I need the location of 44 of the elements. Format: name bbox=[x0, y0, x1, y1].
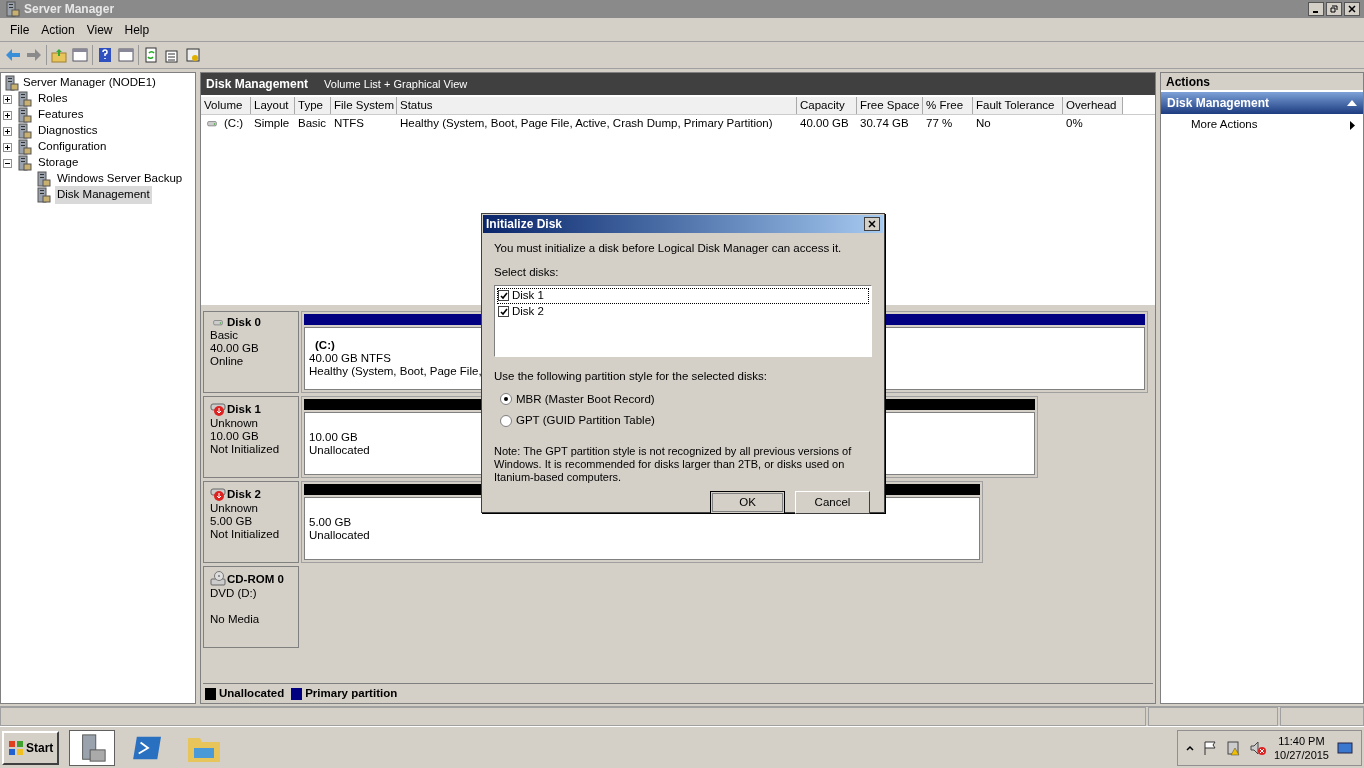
legend-label: Primary partition bbox=[305, 685, 398, 701]
disk-type: Unknown bbox=[210, 502, 259, 515]
partition-text: 10.00 GB bbox=[309, 430, 358, 444]
disk-status: Not Initialized bbox=[210, 528, 281, 541]
disk-type: Unknown bbox=[210, 417, 259, 430]
partition-text: 40.00 GB NTFS bbox=[309, 352, 391, 365]
disk-name: Disk 1 bbox=[227, 402, 261, 416]
legend-label: Unallocated bbox=[219, 685, 285, 701]
dialog-message: You must initialize a disk before Logical Disk Manager can access it. bbox=[494, 241, 843, 256]
table-cell-text: 40.00 GB bbox=[799, 116, 850, 132]
partition-label: (C:) bbox=[314, 339, 336, 352]
select-disks-label: Select disks: bbox=[494, 265, 560, 281]
disk-name: Disk 2 bbox=[227, 487, 261, 501]
clock-date: 10/27/2015 bbox=[1273, 747, 1329, 762]
clock-time: 11:40 PM bbox=[1278, 733, 1325, 748]
actions-header: Actions bbox=[1161, 73, 1363, 90]
table-cell-text: Simple bbox=[253, 116, 291, 132]
window-title: Server Manager bbox=[24, 1, 115, 18]
disk-status: Online bbox=[210, 355, 245, 368]
disk-name: Disk 0 bbox=[227, 316, 261, 329]
partition-text: Unallocated bbox=[309, 443, 370, 457]
partition-style-label: Use the following partition style for the selected disks: bbox=[494, 368, 768, 384]
table-cell-text: No bbox=[975, 116, 992, 132]
disk-type: DVD (D:) bbox=[210, 587, 258, 600]
partition-text: Unallocated bbox=[309, 528, 370, 542]
table-cell-text: Healthy (System, Boot, Page File, Active, Crash Dump, Primary Partition) bbox=[399, 116, 774, 132]
disk-status: Not Initialized bbox=[210, 443, 281, 456]
partition-text: 5.00 GB bbox=[309, 515, 352, 529]
disk-name: CD-ROM 0 bbox=[227, 572, 284, 586]
table-cell-text: 30.74 GB bbox=[859, 116, 910, 132]
disk-size: 40.00 GB bbox=[210, 342, 260, 355]
partition-text: Healthy (System, Boot, Page File, bbox=[309, 365, 482, 378]
disk-type: Basic bbox=[210, 329, 240, 342]
table-cell-text: NTFS bbox=[333, 116, 366, 132]
panel-title: Disk Management bbox=[206, 76, 309, 93]
table-cell-text: 0% bbox=[1065, 116, 1084, 132]
table-cell-text: 77 % bbox=[925, 116, 954, 132]
disk-status: No Media bbox=[210, 613, 261, 626]
panel-subtitle: Volume List + Graphical View bbox=[324, 76, 468, 92]
table-cell-text: Basic bbox=[297, 116, 328, 132]
table-cell: (C:) bbox=[201, 115, 251, 133]
dialog-title: Initialize Disk bbox=[486, 216, 563, 233]
disk-size: 5.00 GB bbox=[210, 515, 254, 528]
disk-size: 10.00 GB bbox=[210, 430, 260, 443]
